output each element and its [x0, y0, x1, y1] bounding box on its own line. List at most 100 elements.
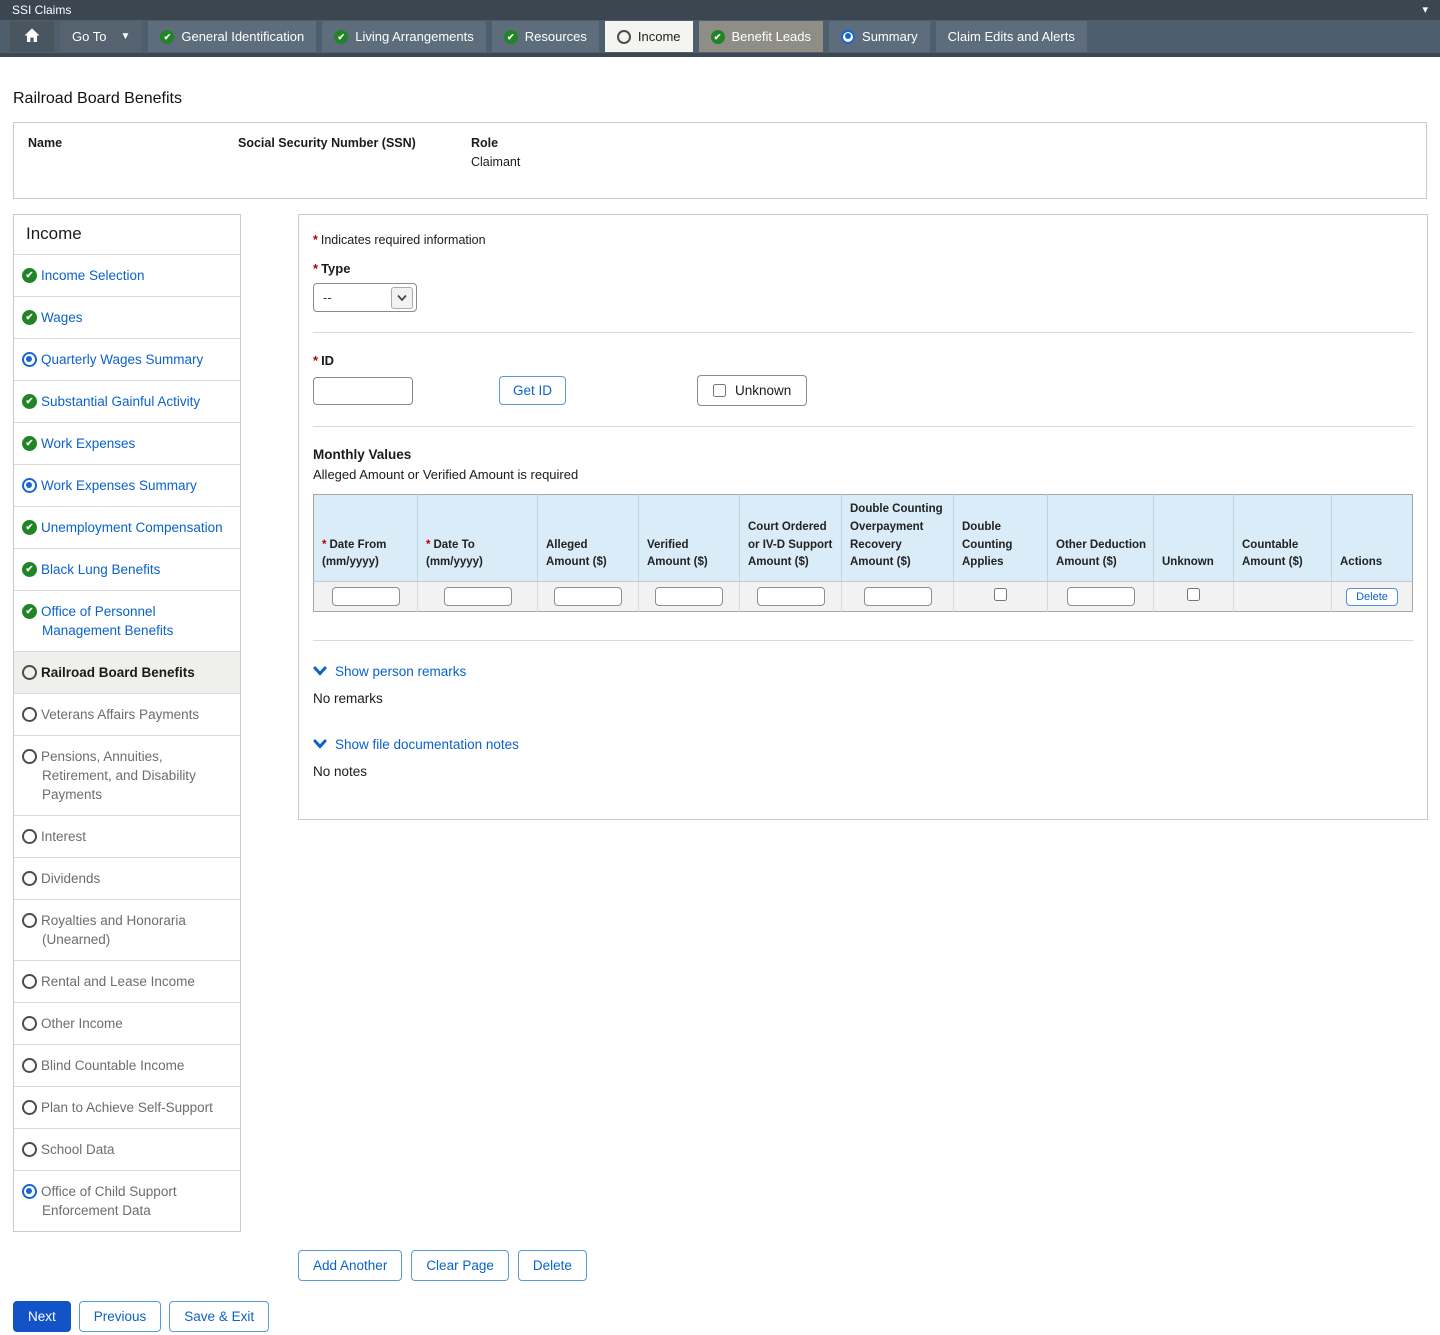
ssn-label: Social Security Number (SSN)	[238, 136, 471, 150]
railroad-board-benefits-form: *Indicates required information *Type --…	[298, 214, 1428, 820]
section-divider	[313, 640, 1413, 641]
required-asterisk: *	[426, 539, 430, 551]
tab-resources[interactable]: Resources	[492, 21, 599, 52]
show-file-documentation-notes-link[interactable]: Show file documentation notes	[313, 737, 519, 752]
date-from-input[interactable]	[332, 587, 400, 606]
sidebar-item-substantial-gainful-activity[interactable]: Substantial Gainful Activity	[14, 380, 240, 422]
app-header: SSI Claims ▾	[0, 0, 1440, 20]
next-button[interactable]: Next	[13, 1301, 71, 1332]
sidebar-item-income-selection[interactable]: Income Selection	[14, 254, 240, 296]
unknown-checkbox[interactable]	[1187, 588, 1200, 601]
required-asterisk: *	[313, 233, 318, 247]
previous-button[interactable]: Previous	[79, 1301, 162, 1332]
delete-button[interactable]: Delete	[518, 1250, 587, 1281]
form-action-bar: Add Another Clear Page Delete	[298, 1250, 1427, 1281]
ssn-value	[238, 155, 471, 170]
col-alleged-amount: Alleged Amount ($)	[538, 495, 639, 582]
double-counting-applies-checkbox[interactable]	[994, 588, 1007, 601]
tab-summary[interactable]: Summary	[829, 21, 930, 52]
required-asterisk: *	[313, 261, 318, 276]
sidebar-item-black-lung-benefits[interactable]: Black Lung Benefits	[14, 548, 240, 590]
tab-claim-edits-and-alerts[interactable]: Claim Edits and Alerts	[936, 21, 1087, 52]
court-ordered-amount-input[interactable]	[757, 587, 825, 606]
save-and-exit-button[interactable]: Save & Exit	[169, 1301, 269, 1332]
complete-check-icon	[22, 562, 37, 577]
person-summary: Name Social Security Number (SSN) Role C…	[13, 122, 1427, 199]
id-unknown-checkbox[interactable]	[713, 384, 726, 397]
col-verified-amount: Verified Amount ($)	[639, 495, 740, 582]
id-input[interactable]	[313, 377, 413, 405]
collapse-header-icon[interactable]: ▾	[1422, 5, 1428, 16]
page-body: Railroad Board Benefits Name Social Secu…	[0, 90, 1440, 1332]
verified-amount-input[interactable]	[655, 587, 723, 606]
type-select-value: --	[323, 290, 332, 305]
in-progress-target-icon	[22, 478, 37, 493]
role-value: Claimant	[471, 155, 1412, 170]
row-delete-button[interactable]: Delete	[1346, 588, 1398, 606]
not-started-circle-icon	[22, 1058, 37, 1073]
complete-check-icon	[22, 394, 37, 409]
date-to-input[interactable]	[444, 587, 512, 606]
required-asterisk: *	[313, 353, 318, 368]
sidebar-item-other-income: Other Income	[14, 1002, 240, 1044]
sidebar-item-work-expenses[interactable]: Work Expenses	[14, 422, 240, 464]
chevron-down-icon	[313, 664, 327, 679]
type-select[interactable]: --	[313, 283, 417, 312]
home-icon	[24, 28, 40, 46]
app-title: SSI Claims	[12, 3, 71, 17]
alleged-amount-input[interactable]	[554, 587, 622, 606]
current-circle-icon	[22, 665, 37, 680]
in-progress-target-icon	[22, 352, 37, 367]
goto-menu-button[interactable]: Go To ▼	[60, 21, 142, 52]
sidebar-item-pensions-annuities-retirement-disability: Pensions, Annuities, Retirement, and Dis…	[14, 735, 240, 815]
sidebar-item-office-of-personnel-management-benefits[interactable]: Office of Personnel Management Benefits	[14, 590, 240, 651]
name-label: Name	[28, 136, 238, 150]
sidebar-item-veterans-affairs-payments: Veterans Affairs Payments	[14, 693, 240, 735]
col-double-counting-overpayment: Double Counting Overpayment Recovery Amo…	[842, 495, 954, 582]
tab-income[interactable]: Income	[605, 21, 693, 52]
sidebar-item-dividends: Dividends	[14, 857, 240, 899]
complete-check-icon	[504, 30, 518, 44]
id-unknown-option[interactable]: Unknown	[697, 375, 807, 406]
countable-amount-cell	[1234, 582, 1332, 612]
no-notes-text: No notes	[313, 764, 1413, 779]
other-deduction-amount-input[interactable]	[1067, 587, 1135, 606]
not-started-circle-icon	[22, 871, 37, 886]
sidebar-item-work-expenses-summary[interactable]: Work Expenses Summary	[14, 464, 240, 506]
sidebar-item-interest: Interest	[14, 815, 240, 857]
complete-check-icon	[22, 520, 37, 535]
main-navbar: Go To ▼ General Identification Living Ar…	[0, 20, 1440, 57]
double-counting-overpayment-input[interactable]	[864, 587, 932, 606]
name-value	[28, 155, 238, 170]
complete-check-icon	[334, 30, 348, 44]
col-unknown: Unknown	[1154, 495, 1234, 582]
complete-check-icon	[711, 30, 725, 44]
tab-benefit-leads[interactable]: Benefit Leads	[699, 21, 824, 52]
type-label: *Type	[313, 261, 1413, 276]
not-started-circle-icon	[22, 974, 37, 989]
col-date-to: *Date To (mm/yyyy)	[418, 495, 538, 582]
complete-check-icon	[160, 30, 174, 44]
complete-check-icon	[22, 310, 37, 325]
tab-general-identification[interactable]: General Identification	[148, 21, 316, 52]
goto-label: Go To	[72, 29, 106, 44]
sidebar-item-railroad-board-benefits[interactable]: Railroad Board Benefits	[14, 651, 240, 693]
show-person-remarks-link[interactable]: Show person remarks	[313, 664, 466, 679]
sidebar-item-quarterly-wages-summary[interactable]: Quarterly Wages Summary	[14, 338, 240, 380]
add-another-button[interactable]: Add Another	[298, 1250, 402, 1281]
id-unknown-label: Unknown	[735, 383, 791, 398]
sidebar-item-wages[interactable]: Wages	[14, 296, 240, 338]
sidebar-item-unemployment-compensation[interactable]: Unemployment Compensation	[14, 506, 240, 548]
chevron-down-icon	[313, 737, 327, 752]
not-started-circle-icon	[22, 707, 37, 722]
sidebar-item-royalties-and-honoraria: Royalties and Honoraria (Unearned)	[14, 899, 240, 960]
sidebar-item-blind-countable-income: Blind Countable Income	[14, 1044, 240, 1086]
clear-page-button[interactable]: Clear Page	[411, 1250, 509, 1281]
in-progress-circle-icon	[617, 30, 631, 44]
sidebar-item-school-data: School Data	[14, 1128, 240, 1170]
get-id-button[interactable]: Get ID	[499, 376, 566, 405]
tab-living-arrangements[interactable]: Living Arrangements	[322, 21, 486, 52]
complete-check-icon	[22, 268, 37, 283]
home-button[interactable]	[10, 21, 54, 52]
complete-check-icon	[22, 436, 37, 451]
